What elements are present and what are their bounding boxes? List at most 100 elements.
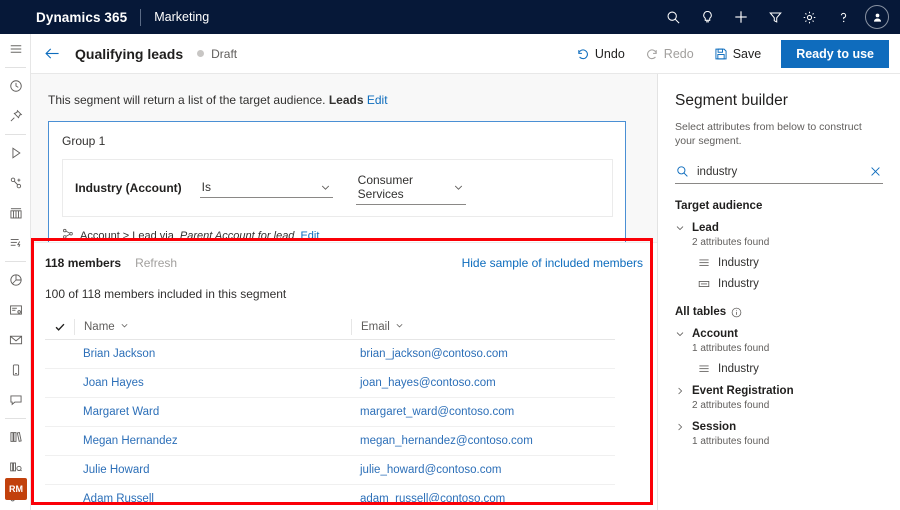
member-email-link[interactable]: joan_hayes@contoso.com <box>351 377 615 389</box>
member-name-link[interactable]: Joan Hayes <box>74 377 351 389</box>
undo-label: Undo <box>595 47 625 61</box>
relationship-path-row: Account > Lead via Parent Account for le… <box>62 228 613 243</box>
chevron-right-icon-session <box>675 422 685 432</box>
hamburger-menu-icon[interactable] <box>0 34 31 64</box>
relationship-edit-link[interactable]: Edit <box>300 230 319 242</box>
select-all-checkmark-icon[interactable] <box>45 321 74 333</box>
analytics-pie-icon[interactable] <box>0 265 31 295</box>
intro-edit-link[interactable]: Edit <box>367 93 388 107</box>
tree-sub-event-registration: 2 attributes found <box>692 400 883 411</box>
member-email-link[interactable]: adam_russell@contoso.com <box>351 493 615 505</box>
tree-toggle-session[interactable]: Session <box>675 421 883 433</box>
members-table: Name Email Brian Jacksonbrian_jackson@co… <box>45 314 615 510</box>
tree-sub-account: 1 attributes found <box>692 343 883 354</box>
add-icon[interactable] <box>724 0 758 34</box>
member-name-link[interactable]: Julie Howard <box>74 464 351 476</box>
rail-divider <box>5 67 26 68</box>
clear-search-icon[interactable] <box>869 165 882 178</box>
column-header-email[interactable]: Email <box>351 319 615 335</box>
app-root: Dynamics 365 Marketing <box>0 0 900 510</box>
member-email-link[interactable]: brian_jackson@contoso.com <box>351 348 615 360</box>
rail-divider-3 <box>5 261 26 262</box>
relationship-name: Parent Account for lead <box>180 230 295 242</box>
tree-toggle-lead[interactable]: Lead <box>675 222 883 234</box>
filter-icon[interactable] <box>758 0 792 34</box>
chevron-down-icon <box>320 182 331 193</box>
segment-canvas: This segment will return a list of the t… <box>31 74 657 510</box>
forms-icon[interactable] <box>0 295 31 325</box>
members-header: 118 members Refresh Hide sample of inclu… <box>45 256 657 270</box>
rail-divider-4 <box>5 418 26 419</box>
search-icon[interactable] <box>656 0 690 34</box>
user-initials-badge[interactable]: RM <box>5 478 27 500</box>
back-arrow-icon[interactable] <box>44 46 61 61</box>
brand-divider <box>140 9 141 26</box>
intro-audience: Leads <box>329 93 364 107</box>
avatar[interactable] <box>860 0 894 34</box>
social-posts-icon[interactable] <box>0 385 31 415</box>
condition-value-dropdown[interactable]: Consumer Services <box>356 171 466 205</box>
condition-operator-dropdown[interactable]: Is <box>200 178 333 198</box>
member-email-link[interactable]: megan_hernandez@contoso.com <box>351 435 615 447</box>
email-icon[interactable] <box>0 325 31 355</box>
hide-sample-link[interactable]: Hide sample of included members <box>462 256 643 270</box>
attribute-search-box <box>675 161 883 184</box>
member-name-link[interactable]: Megan Hernandez <box>74 435 351 447</box>
tree-toggle-account[interactable]: Account <box>675 328 883 340</box>
mobile-device-icon[interactable] <box>0 355 31 385</box>
intro-text: This segment will return a list of the t… <box>48 93 325 107</box>
table-row[interactable]: Joan Hayesjoan_hayes@contoso.com <box>45 369 615 398</box>
tree-sub-session: 1 attributes found <box>692 436 883 447</box>
help-icon[interactable] <box>826 0 860 34</box>
attribute-account-industry[interactable]: Industry <box>698 363 883 375</box>
chevron-down-icon-account <box>675 329 685 339</box>
member-name-link[interactable]: Margaret Ward <box>74 406 351 418</box>
undo-button[interactable]: Undo <box>567 43 634 65</box>
relationship-prefix: Account > Lead via <box>80 230 174 242</box>
table-row[interactable]: Julie Howardjulie_howard@contoso.com <box>45 456 615 485</box>
tree-node-session: Session 1 attributes found <box>675 421 883 447</box>
member-name-link[interactable]: Adam Russell <box>74 493 351 505</box>
pin-icon[interactable] <box>0 101 31 131</box>
table-row[interactable]: Adam Russelladam_russell@contoso.com <box>45 485 615 510</box>
chevron-down-icon-email <box>395 321 404 333</box>
tree-node-account: Account 1 attributes found Industry <box>675 328 883 375</box>
save-button[interactable]: Save <box>705 43 771 65</box>
members-table-body: Brian Jacksonbrian_jackson@contoso.comJo… <box>45 340 615 510</box>
gear-icon[interactable] <box>792 0 826 34</box>
attribute-lead-industry-1[interactable]: Industry <box>698 257 883 269</box>
table-row[interactable]: Margaret Wardmargaret_ward@contoso.com <box>45 398 615 427</box>
ready-to-use-button[interactable]: Ready to use <box>781 40 889 68</box>
redo-icon <box>645 47 659 61</box>
relationship-icon <box>62 228 74 243</box>
tree-toggle-event-registration[interactable]: Event Registration <box>675 385 883 397</box>
chevron-down-icon-lead <box>675 223 685 233</box>
segment-builder-title: Segment builder <box>675 92 883 110</box>
command-bar: Qualifying leads Draft Undo Redo <box>31 34 900 74</box>
table-row[interactable]: Brian Jacksonbrian_jackson@contoso.com <box>45 340 615 369</box>
table-row[interactable]: Megan Hernandezmegan_hernandez@contoso.c… <box>45 427 615 456</box>
lightbulb-icon[interactable] <box>690 0 724 34</box>
recent-clock-icon[interactable] <box>0 71 31 101</box>
redo-button[interactable]: Redo <box>636 43 703 65</box>
library-icon[interactable] <box>0 422 31 452</box>
segments-icon[interactable] <box>0 168 31 198</box>
condition-attribute-label: Industry (Account) <box>75 181 182 195</box>
refresh-button[interactable]: Refresh <box>135 256 177 270</box>
marketing-pages-icon[interactable] <box>0 198 31 228</box>
member-email-link[interactable]: julie_howard@contoso.com <box>351 464 615 476</box>
condition-row: Industry (Account) Is Consumer Services <box>62 159 613 217</box>
member-email-link[interactable]: margaret_ward@contoso.com <box>351 406 615 418</box>
column-header-name[interactable]: Name <box>74 319 351 335</box>
customer-journey-icon[interactable] <box>0 138 31 168</box>
search-input[interactable] <box>697 166 869 178</box>
segment-builder-panel: Segment builder Select attributes from b… <box>657 74 900 510</box>
save-disk-icon <box>714 47 728 61</box>
member-name-link[interactable]: Brian Jackson <box>74 348 351 360</box>
attribute-lead-industry-2[interactable]: Industry <box>698 278 883 290</box>
info-icon[interactable] <box>731 307 742 318</box>
all-tables-label: All tables <box>675 306 726 318</box>
chevron-down-icon-name <box>120 321 129 333</box>
automation-icon[interactable] <box>0 228 31 258</box>
list-attribute-icon <box>698 257 710 269</box>
